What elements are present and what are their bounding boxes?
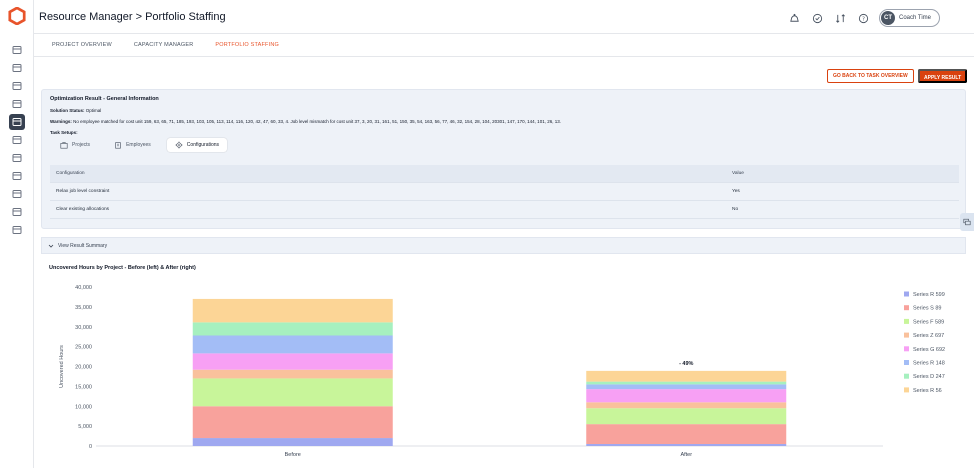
top-bar: Resource Manager > Portfolio Staffing ? … bbox=[34, 0, 974, 34]
y-tick-label: 5,000 bbox=[78, 424, 92, 430]
bar-segment bbox=[192, 406, 393, 439]
database-icon[interactable] bbox=[9, 186, 25, 202]
bar-segment bbox=[586, 384, 787, 390]
y-tick-label: 40,000 bbox=[75, 285, 92, 291]
legend-label: Series D 247 bbox=[913, 374, 945, 380]
legend-swatch bbox=[904, 373, 909, 379]
y-tick-label: 15,000 bbox=[75, 384, 92, 390]
bar-segment bbox=[192, 353, 393, 370]
legend-label: Series R 56 bbox=[913, 388, 942, 394]
result-title: Optimization Result - General Informatio… bbox=[50, 96, 159, 102]
legend-label: Series F 589 bbox=[913, 319, 944, 325]
gear-icon bbox=[175, 141, 183, 149]
setup-tabs: Projects Employees Configurations bbox=[52, 138, 228, 152]
task-setups-label: Task Setups: bbox=[50, 130, 78, 135]
y-axis-label: Uncovered Hours bbox=[59, 345, 65, 388]
uncovered-hours-chart: 0 5,000 10,000 15,000 20,000 25,000 30,000 35,0… bbox=[59, 285, 945, 458]
x-tick-label: Before bbox=[285, 452, 301, 458]
y-tick-label: 30,000 bbox=[75, 325, 92, 331]
chevron-down-icon bbox=[48, 244, 54, 248]
legend-label: Series Z 697 bbox=[913, 333, 944, 339]
setup-tab-employees[interactable]: Employees bbox=[106, 138, 159, 152]
table-header: Configuration Value bbox=[50, 165, 959, 183]
bar-segment bbox=[192, 322, 393, 336]
app-logo-icon[interactable] bbox=[8, 7, 26, 25]
bar-segment bbox=[586, 444, 787, 446]
swap-icon[interactable] bbox=[833, 10, 849, 26]
chat-icon[interactable] bbox=[9, 222, 25, 238]
calendar-icon[interactable] bbox=[9, 132, 25, 148]
bar-segment bbox=[586, 381, 787, 385]
bar-segment bbox=[586, 408, 787, 425]
bar-segment bbox=[192, 335, 393, 354]
org-icon[interactable] bbox=[9, 96, 25, 112]
legend-swatch bbox=[904, 387, 909, 393]
tab-project-overview[interactable]: PROJECT OVERVIEW bbox=[52, 42, 112, 54]
y-tick-label: 25,000 bbox=[75, 345, 92, 351]
analytics-icon[interactable] bbox=[9, 204, 25, 220]
pipeline-icon[interactable] bbox=[9, 168, 25, 184]
solution-status: Solution Status: Optimal bbox=[50, 108, 102, 113]
legend-swatch bbox=[904, 360, 909, 365]
configuration-table: Configuration Value Relax job level cons… bbox=[50, 165, 959, 219]
legend-label: Series R 148 bbox=[913, 361, 945, 367]
y-tick-label: 0 bbox=[89, 444, 92, 450]
bar-segment bbox=[586, 424, 787, 445]
legend-swatch bbox=[904, 291, 909, 297]
page-tabs: PROJECT OVERVIEW CAPACITY MANAGER PORTFO… bbox=[52, 42, 279, 54]
bar-segment bbox=[586, 402, 787, 409]
tab-capacity-manager[interactable]: CAPACITY MANAGER bbox=[134, 42, 194, 54]
avatar: CT bbox=[880, 11, 895, 25]
check-circle-icon[interactable] bbox=[810, 10, 826, 26]
bar-segment bbox=[192, 378, 393, 407]
result-info-panel: Optimization Result - General Informatio… bbox=[41, 89, 966, 229]
legend-swatch bbox=[904, 332, 909, 338]
legend-swatch bbox=[904, 305, 909, 311]
help-icon[interactable]: ? bbox=[856, 10, 872, 26]
legend-label: Series R 599 bbox=[913, 292, 945, 298]
dashboard-icon[interactable] bbox=[9, 42, 25, 58]
portfolio-icon[interactable] bbox=[9, 114, 25, 130]
setup-tab-projects[interactable]: Projects bbox=[52, 138, 98, 152]
chart-title: Uncovered Hours by Project - Before (lef… bbox=[49, 265, 196, 271]
building-icon bbox=[115, 142, 121, 149]
bar-segment bbox=[192, 438, 393, 446]
apply-result-button[interactable]: APPLY RESULT bbox=[918, 69, 968, 83]
briefcase-icon bbox=[60, 142, 68, 149]
tools-icon[interactable] bbox=[9, 60, 25, 76]
user-menu[interactable]: CT Coach Time bbox=[878, 9, 940, 27]
view-result-summary-toggle[interactable]: View Result Summary bbox=[41, 237, 966, 254]
tab-divider bbox=[34, 56, 974, 57]
bar-segment bbox=[586, 389, 787, 403]
y-tick-label: 20,000 bbox=[75, 365, 92, 371]
x-tick-label: After bbox=[680, 452, 692, 458]
change-annotation: - 49% bbox=[679, 361, 693, 367]
svg-text:?: ? bbox=[863, 16, 866, 22]
table-row: Clear existing allocations No bbox=[50, 201, 959, 219]
announcement-icon[interactable] bbox=[787, 10, 803, 26]
bar-segment bbox=[192, 369, 393, 379]
bar-segment bbox=[192, 298, 393, 323]
legend-swatch bbox=[904, 318, 909, 324]
tab-portfolio-staffing[interactable]: PORTFOLIO STAFFING bbox=[215, 42, 279, 54]
chat-icon bbox=[963, 218, 971, 226]
cards-icon[interactable] bbox=[9, 150, 25, 166]
breadcrumb[interactable]: Resource Manager > Portfolio Staffing bbox=[39, 11, 226, 23]
table-row: Relax job level constraint Yes bbox=[50, 183, 959, 201]
go-back-button[interactable]: GO BACK TO TASK OVERVIEW bbox=[827, 69, 914, 83]
legend-label: Series S 89 bbox=[913, 306, 941, 312]
legend-swatch bbox=[904, 346, 909, 352]
warnings-line: Warnings: No employee matched for cost u… bbox=[50, 119, 561, 124]
user-name: Coach Time bbox=[898, 15, 931, 21]
legend-label: Series G 692 bbox=[913, 347, 945, 353]
y-tick-label: 10,000 bbox=[75, 404, 92, 410]
setup-tab-configurations[interactable]: Configurations bbox=[166, 138, 228, 152]
y-tick-label: 35,000 bbox=[75, 305, 92, 311]
team-icon[interactable] bbox=[9, 78, 25, 94]
bar-segment bbox=[586, 370, 787, 382]
chat-panel-toggle[interactable] bbox=[960, 213, 974, 231]
left-nav-rail bbox=[0, 0, 34, 468]
